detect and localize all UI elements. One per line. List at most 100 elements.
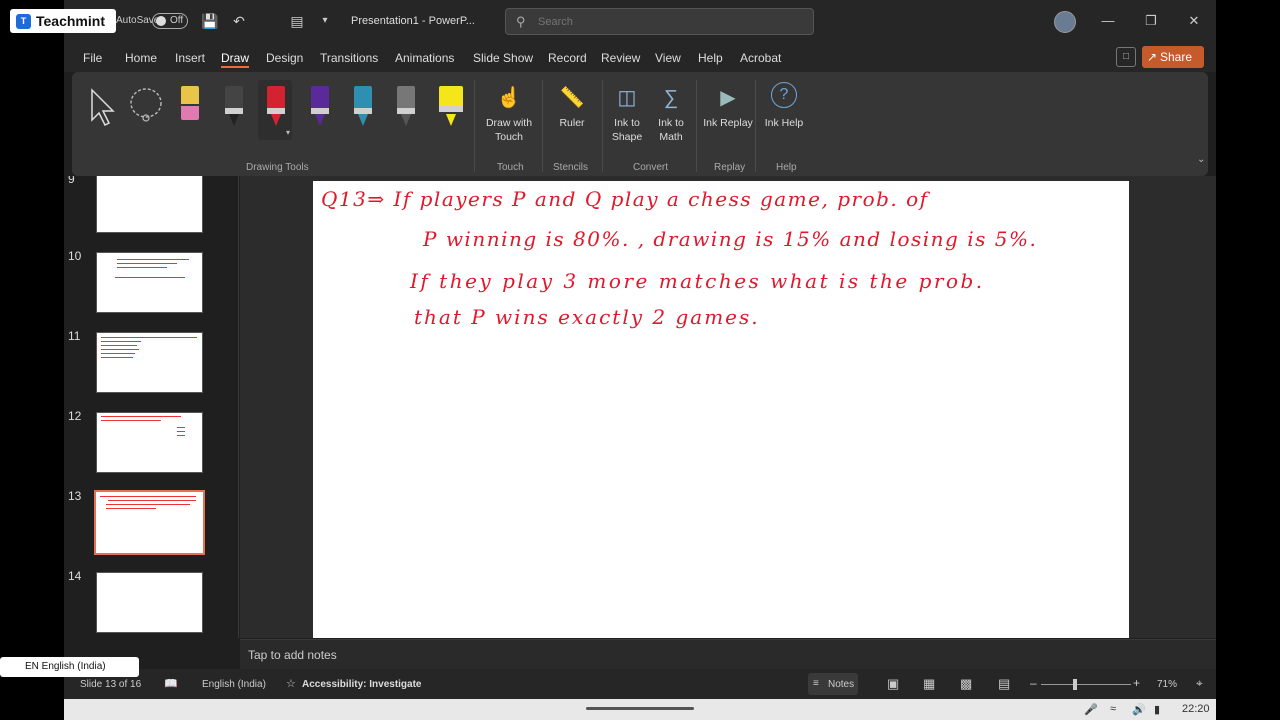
slide-number: 9 (68, 176, 75, 186)
zoom-level[interactable]: 71% (1157, 679, 1177, 690)
accessibility-status[interactable]: Accessibility: Investigate (302, 679, 422, 690)
notes-placeholder: Tap to add notes (248, 648, 337, 662)
group-convert: Convert (633, 162, 669, 173)
replay-icon: ▶ (720, 87, 736, 109)
highlighter-yellow-icon[interactable] (439, 86, 463, 126)
slideshow-view-icon[interactable]: ▤ (998, 676, 1010, 692)
draw-with-touch-button[interactable]: ☝ Draw with Touch (476, 80, 542, 144)
tab-transitions[interactable]: Transitions (320, 51, 378, 65)
eraser-icon[interactable] (181, 86, 199, 126)
tab-file[interactable]: File (83, 51, 102, 65)
ink-replay-label: Ink Replay (703, 117, 753, 129)
microphone-icon[interactable]: 🎤 (1084, 703, 1098, 716)
draw-with-touch-label: Draw with Touch (485, 117, 533, 143)
volume-icon[interactable]: 🔊 (1132, 703, 1146, 716)
reading-view-icon[interactable]: ▩ (960, 676, 972, 692)
tab-home[interactable]: Home (125, 51, 157, 65)
slide-thumbnail-13[interactable] (94, 490, 205, 555)
left-letterbox (0, 0, 64, 720)
tab-view[interactable]: View (655, 51, 681, 65)
restore-icon[interactable]: ❐ (1139, 10, 1163, 32)
language-indicator[interactable]: EN English (India) (0, 657, 139, 677)
search-input[interactable] (538, 13, 798, 31)
notes-button[interactable]: ≡ Notes (808, 673, 858, 695)
group-stencils: Stencils (553, 162, 589, 173)
lasso-select-icon[interactable] (128, 86, 164, 126)
zoom-slider-thumb[interactable] (1073, 679, 1078, 690)
group-help: Help (776, 162, 797, 173)
tab-animations[interactable]: Animations (395, 51, 454, 65)
tab-design[interactable]: Design (266, 51, 303, 65)
group-drawing-tools: Drawing Tools (246, 162, 309, 173)
slide-thumbnail-10[interactable] (96, 252, 203, 313)
current-slide[interactable]: Q13⇒ If players P and Q play a chess gam… (313, 181, 1129, 638)
tab-acrobat[interactable]: Acrobat (740, 51, 781, 65)
collapse-ribbon-icon[interactable]: ⌄ (1197, 154, 1205, 165)
spelling-icon[interactable]: 📖 (164, 677, 178, 690)
user-avatar[interactable] (1054, 11, 1076, 33)
powerpoint-window: AutoSave Off 💾 ↶ ▤ ▾ Presentation1 - Pow… (64, 0, 1216, 720)
undo-icon[interactable]: ↶ (230, 12, 248, 30)
ink-to-shape-label: Ink to Shape (611, 117, 643, 143)
slide-line-4: that P wins exactly 2 games. (414, 305, 760, 329)
close-icon[interactable]: ✕ (1182, 10, 1206, 32)
zoom-out-icon[interactable]: – (1030, 676, 1037, 690)
zoom-in-icon[interactable]: + (1133, 676, 1140, 690)
pen-purple-icon[interactable] (311, 86, 329, 126)
pen-options-chevron-icon[interactable]: ▾ (286, 128, 290, 137)
ink-replay-button[interactable]: ▶ Ink Replay (702, 80, 754, 130)
slide-thumbnail-9[interactable] (96, 176, 203, 233)
home-indicator[interactable] (586, 707, 694, 710)
notes-icon: ≡ (813, 678, 819, 689)
slide-thumbnail-11[interactable] (96, 332, 203, 393)
tab-draw[interactable]: Draw (221, 51, 249, 65)
share-label: Share (1160, 50, 1193, 64)
ink-help-button[interactable]: ? Ink Help (760, 80, 808, 130)
fit-slide-icon[interactable]: ⌖ (1196, 676, 1203, 691)
os-taskbar: 🎤 ≈ 🔊 ▮ 22:20 (64, 699, 1216, 720)
present-icon[interactable]: ▤ (288, 12, 306, 30)
ink-to-math-icon: ∑ (663, 87, 679, 109)
tab-review[interactable]: Review (601, 51, 640, 65)
tab-insert[interactable]: Insert (175, 51, 205, 65)
slide-sorter-icon[interactable]: ▦ (923, 676, 935, 692)
pen-galaxy-icon[interactable] (397, 86, 415, 126)
slide-number: 13 (68, 489, 82, 503)
pencil-black-icon[interactable] (225, 86, 243, 126)
wifi-icon[interactable]: ≈ (1110, 703, 1116, 715)
select-arrow-icon[interactable] (88, 88, 118, 128)
ink-to-math-button[interactable]: ∑ Ink to Math (647, 80, 695, 144)
notes-pane[interactable]: Tap to add notes (240, 639, 1216, 669)
help-icon: ? (771, 82, 797, 108)
search-icon: ⚲ (516, 14, 526, 29)
zoom-slider[interactable] (1041, 684, 1131, 685)
ruler-button[interactable]: 📏 Ruler (542, 80, 602, 130)
toggle-knob (156, 16, 166, 26)
slide-thumbnails-pane: 9 10 11 12 13 14 (64, 176, 239, 638)
pen-teal-icon[interactable] (354, 86, 372, 126)
tab-help[interactable]: Help (698, 51, 723, 65)
active-tab-indicator (221, 66, 249, 68)
tab-slide-show[interactable]: Slide Show (473, 51, 533, 65)
pen-red-icon[interactable] (267, 86, 285, 126)
customize-toolbar-icon[interactable]: ▾ (316, 12, 334, 30)
autosave-toggle[interactable]: Off (152, 13, 188, 29)
save-icon[interactable]: 💾 (201, 12, 219, 30)
autosave-state: Off (170, 15, 184, 26)
minimize-icon[interactable]: — (1096, 10, 1120, 32)
share-button[interactable]: ↗ Share (1142, 46, 1204, 68)
slide-thumbnail-14[interactable] (96, 572, 203, 633)
comments-icon[interactable]: □ (1116, 47, 1136, 67)
tab-record[interactable]: Record (548, 51, 587, 65)
clock: 22:20 (1182, 703, 1210, 715)
ink-to-shape-button[interactable]: ◫ Ink to Shape (603, 80, 651, 144)
group-replay: Replay (714, 162, 746, 173)
search-box[interactable]: ⚲ (505, 8, 814, 35)
slide-line-2: P winning is 80%. , drawing is 15% and l… (423, 227, 1038, 251)
slide-line-1: Q13⇒ If players P and Q play a chess gam… (321, 187, 929, 211)
group-touch: Touch (497, 162, 524, 173)
language-status[interactable]: English (India) (202, 679, 266, 690)
battery-icon[interactable]: ▮ (1154, 703, 1160, 716)
slide-thumbnail-12[interactable] (96, 412, 203, 473)
normal-view-icon[interactable]: ▣ (887, 676, 899, 692)
